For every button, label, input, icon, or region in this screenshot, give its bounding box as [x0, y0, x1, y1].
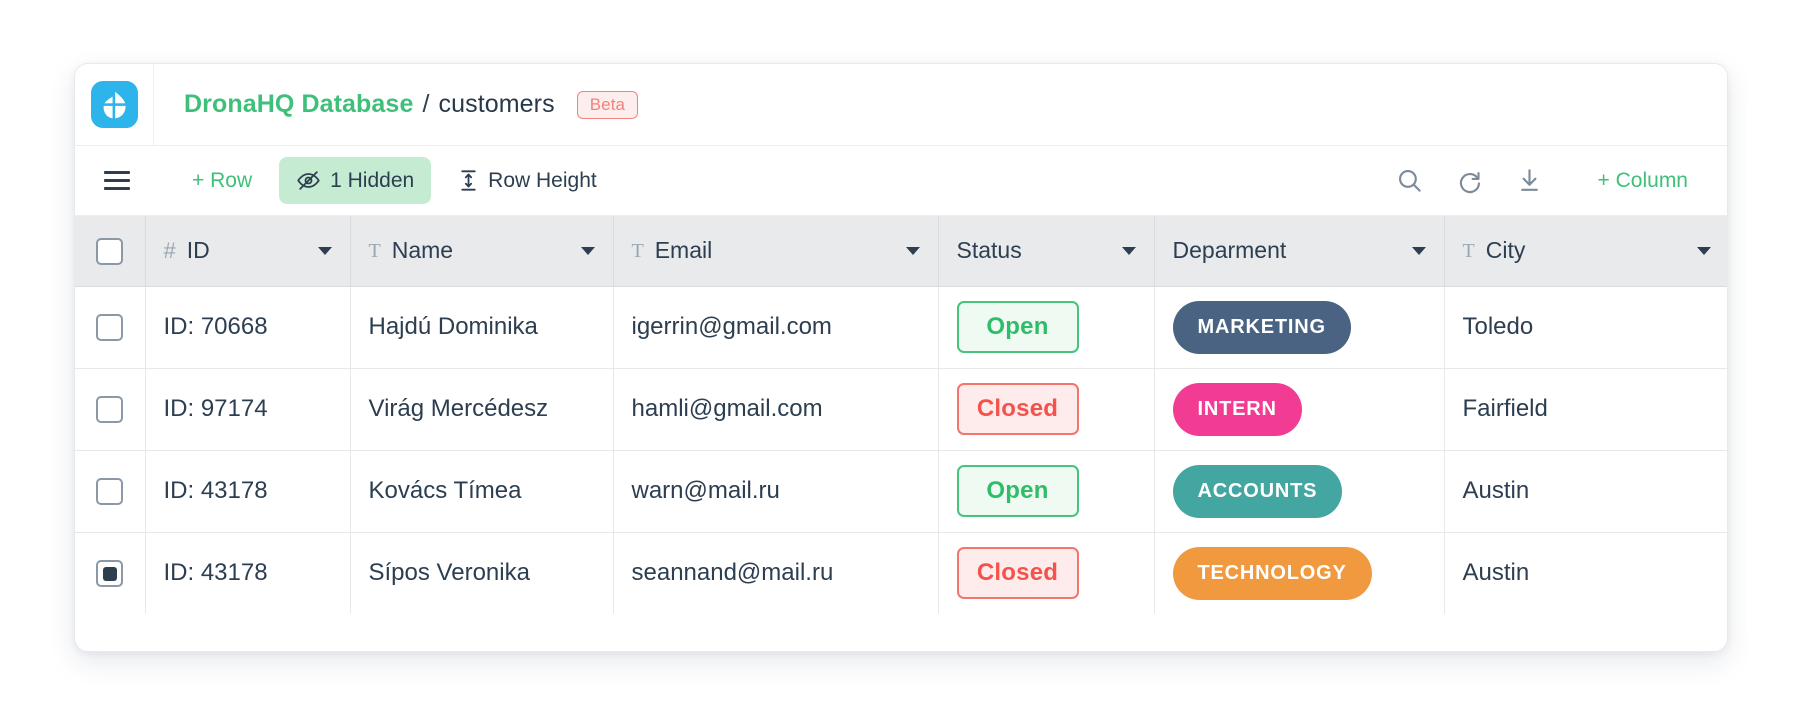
- cell-department[interactable]: INTERN: [1154, 368, 1445, 451]
- cell-name[interactable]: Virág Mercédesz: [350, 368, 614, 451]
- cell-department[interactable]: TECHNOLOGY: [1154, 532, 1445, 614]
- row-select-cell: [75, 368, 146, 451]
- data-table: # ID T Name T Email Status Deparment T C…: [75, 216, 1727, 614]
- column-header-label: City: [1485, 237, 1526, 264]
- column-header-email[interactable]: T Email: [613, 216, 939, 287]
- row-checkbox[interactable]: [96, 478, 124, 506]
- app-root: DronaHQ Database / customers Beta + Row: [0, 0, 1800, 720]
- chevron-down-icon[interactable]: [1121, 246, 1136, 255]
- status-badge: Open: [956, 301, 1079, 353]
- cell-email[interactable]: warn@mail.ru: [613, 450, 939, 533]
- column-header-label: ID: [186, 237, 210, 264]
- row-select-cell: [75, 532, 146, 614]
- column-header-city[interactable]: T City: [1444, 216, 1727, 287]
- column-header-name[interactable]: T Name: [350, 216, 614, 287]
- row-height-label: Row Height: [488, 168, 597, 192]
- refresh-icon[interactable]: [1443, 156, 1497, 206]
- add-column-button[interactable]: + Column: [1581, 158, 1705, 204]
- add-row-label: + Row: [192, 168, 253, 192]
- database-table-card: DronaHQ Database / customers Beta + Row: [74, 63, 1728, 652]
- status-badge: Closed: [956, 547, 1079, 600]
- row-height-button[interactable]: Row Height: [441, 158, 614, 204]
- row-height-icon: [458, 169, 479, 192]
- column-header-status[interactable]: Status: [938, 216, 1155, 287]
- table-row[interactable]: ID: 43178 Sípos Veronika seannand@mail.ru C…: [75, 532, 1727, 614]
- breadcrumb-separator: /: [422, 90, 430, 118]
- table-row[interactable]: ID: 97174 Virág Mercédesz hamli@gmail.com C…: [75, 368, 1727, 451]
- eye-slash-icon: [296, 168, 321, 193]
- table-body: ID: 70668 Hajdú Dominika igerrin@gmail.com…: [75, 286, 1727, 614]
- cell-email[interactable]: hamli@gmail.com: [613, 368, 939, 451]
- cell-city[interactable]: Fairfield: [1444, 368, 1727, 451]
- cell-status[interactable]: Open: [938, 450, 1155, 533]
- status-badge: Open: [956, 465, 1079, 517]
- breadcrumb-table-name[interactable]: customers: [439, 90, 555, 119]
- column-header-id[interactable]: # ID: [145, 216, 351, 287]
- select-all-header: [75, 216, 146, 287]
- header-row: # ID T Name T Email Status Deparment T C…: [75, 216, 1727, 287]
- row-checkbox[interactable]: [96, 396, 124, 424]
- chevron-down-icon[interactable]: [1697, 246, 1711, 255]
- breadcrumb: DronaHQ Database / customers Beta: [154, 64, 639, 145]
- number-type-icon: #: [163, 237, 176, 263]
- chevron-down-icon[interactable]: [317, 246, 332, 255]
- download-icon[interactable]: [1503, 156, 1557, 206]
- cell-name[interactable]: Hajdú Dominika: [350, 286, 614, 369]
- chevron-down-icon[interactable]: [580, 246, 595, 255]
- cell-department[interactable]: ACCOUNTS: [1154, 450, 1445, 533]
- row-checkbox[interactable]: [96, 560, 124, 588]
- cell-status[interactable]: Closed: [938, 532, 1155, 614]
- toolbar: + Row 1 Hidden Row Height + Column: [75, 146, 1727, 216]
- hidden-columns-button[interactable]: 1 Hidden: [279, 157, 432, 204]
- table-row[interactable]: ID: 43178 Kovács Tímea warn@mail.ru Open ACC…: [75, 450, 1727, 533]
- cell-status[interactable]: Closed: [938, 368, 1155, 451]
- row-checkbox[interactable]: [96, 314, 124, 342]
- column-header-label: Email: [654, 237, 713, 264]
- logo-cell: [75, 64, 154, 145]
- add-row-button[interactable]: + Row: [175, 158, 269, 204]
- table-scroll-area: # ID T Name T Email Status Deparment T C…: [75, 216, 1727, 651]
- cell-id[interactable]: ID: 43178: [145, 532, 351, 614]
- breadcrumb-database-link[interactable]: DronaHQ Database: [184, 90, 413, 119]
- cell-id[interactable]: ID: 97174: [145, 368, 351, 451]
- cell-name[interactable]: Sípos Veronika: [350, 532, 614, 614]
- toolbar-right-group: + Column: [1383, 156, 1727, 206]
- cell-email[interactable]: igerrin@gmail.com: [613, 286, 939, 369]
- dronahq-logo-icon[interactable]: [90, 81, 138, 128]
- titlebar: DronaHQ Database / customers Beta: [75, 64, 1727, 146]
- row-select-cell: [75, 450, 146, 533]
- department-badge: ACCOUNTS: [1172, 464, 1343, 518]
- table-header: # ID T Name T Email Status Deparment T C…: [75, 216, 1727, 287]
- cell-status[interactable]: Open: [938, 286, 1155, 369]
- cell-city[interactable]: Toledo: [1444, 286, 1727, 369]
- cell-city[interactable]: Austin: [1444, 532, 1727, 614]
- cell-city[interactable]: Austin: [1444, 450, 1727, 533]
- text-type-icon: T: [631, 239, 644, 262]
- department-badge: TECHNOLOGY: [1172, 546, 1372, 600]
- hamburger-menu-icon[interactable]: [97, 161, 137, 201]
- select-all-checkbox[interactable]: [96, 237, 124, 265]
- beta-badge: Beta: [576, 90, 639, 119]
- status-badge: Closed: [956, 383, 1079, 435]
- table-row[interactable]: ID: 70668 Hajdú Dominika igerrin@gmail.com…: [75, 286, 1727, 369]
- hidden-columns-label: 1 Hidden: [330, 168, 415, 192]
- department-badge: MARKETING: [1172, 300, 1351, 354]
- add-column-label: + Column: [1597, 168, 1688, 192]
- cell-email[interactable]: seannand@mail.ru: [613, 532, 939, 614]
- row-select-cell: [75, 286, 146, 369]
- column-header-label: Deparment: [1172, 237, 1287, 264]
- cell-id[interactable]: ID: 43178: [145, 450, 351, 533]
- chevron-down-icon[interactable]: [1411, 246, 1426, 255]
- cell-id[interactable]: ID: 70668: [145, 286, 351, 369]
- column-header-label: Name: [391, 237, 454, 264]
- chevron-down-icon[interactable]: [905, 246, 920, 255]
- column-header-deparment[interactable]: Deparment: [1154, 216, 1445, 287]
- search-icon[interactable]: [1383, 156, 1437, 206]
- text-type-icon: T: [368, 239, 381, 262]
- cell-name[interactable]: Kovács Tímea: [350, 450, 614, 533]
- cell-department[interactable]: MARKETING: [1154, 286, 1445, 369]
- column-header-label: Status: [956, 237, 1022, 264]
- text-type-icon: T: [1462, 239, 1475, 262]
- department-badge: INTERN: [1172, 382, 1302, 436]
